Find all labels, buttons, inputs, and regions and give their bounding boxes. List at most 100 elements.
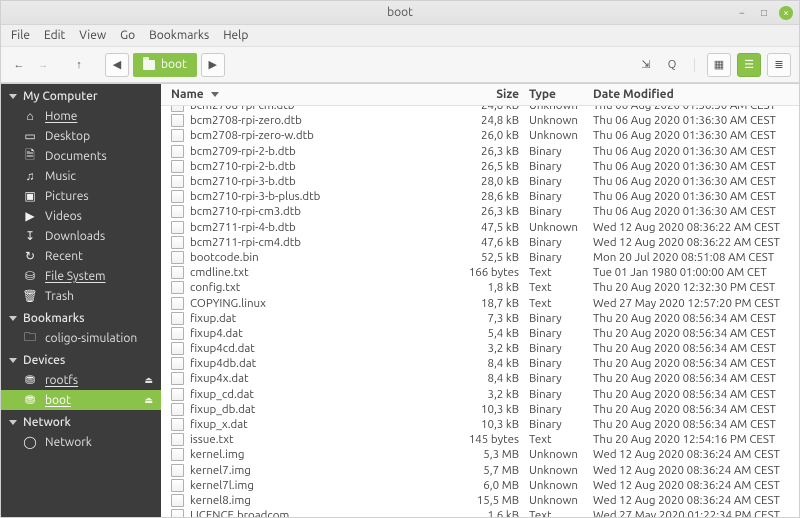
file-row[interactable]: bcm2709-rpi-2-b.dtb26,3 kBBinaryThu 06 A…	[161, 144, 799, 159]
file-row[interactable]: bootcode.bin52,5 kBBinaryMon 20 Jul 2020…	[161, 250, 799, 265]
file-row[interactable]: bcm2708-rpi-cm.dtb24,8 kBUnknownThu 06 A…	[161, 106, 799, 113]
eject-icon[interactable]: ⏏	[144, 395, 153, 406]
file-row[interactable]: kernel8.img15,5 MBUnknownWed 12 Aug 2020…	[161, 493, 799, 508]
close-button[interactable]: ×	[779, 6, 793, 20]
file-row[interactable]: bcm2711-rpi-4-b.dtb47,5 kBUnknownWed 12 …	[161, 220, 799, 235]
sidebar-header[interactable]: Devices	[1, 348, 161, 370]
sidebar-header[interactable]: Network	[1, 410, 161, 432]
file-row[interactable]: bcm2711-rpi-cm4.dtb47,6 kBBinaryWed 12 A…	[161, 235, 799, 250]
sidebar-item-label: Network	[45, 436, 92, 449]
file-row[interactable]: bcm2710-rpi-cm3.dtb26,3 kBBinaryThu 06 A…	[161, 204, 799, 219]
file-row[interactable]: fixup.dat7,3 kBBinaryThu 20 Aug 2020 08:…	[161, 311, 799, 326]
path-breadcrumb[interactable]: boot	[133, 53, 197, 77]
sidebar-header[interactable]: My Computer	[1, 84, 161, 106]
file-row[interactable]: fixup_x.dat10,3 kBBinaryThu 20 Aug 2020 …	[161, 417, 799, 432]
icon-view-button[interactable]: ▦	[707, 53, 731, 77]
place-icon: 🗎	[23, 149, 37, 163]
toggle-location-button[interactable]: ⇲	[636, 53, 656, 77]
file-date: Thu 06 Aug 2020 01:36:30 AM CEST	[593, 174, 789, 189]
forward-button[interactable]: →	[33, 53, 53, 77]
menubar: File Edit View Go Bookmarks Help	[1, 25, 799, 47]
menu-help[interactable]: Help	[223, 29, 248, 42]
path-label: boot	[161, 58, 187, 71]
file-size: 8,4 kB	[465, 371, 529, 386]
file-type: Binary	[529, 326, 593, 341]
file-row[interactable]: fixup4db.dat8,4 kBBinaryThu 20 Aug 2020 …	[161, 356, 799, 371]
file-row[interactable]: issue.txt145 bytesTextThu 20 Aug 2020 12…	[161, 432, 799, 447]
file-row[interactable]: config.txt1,8 kBTextThu 20 Aug 2020 12:3…	[161, 280, 799, 295]
file-row[interactable]: fixup4x.dat8,4 kBBinaryThu 20 Aug 2020 0…	[161, 371, 799, 386]
menu-edit[interactable]: Edit	[44, 29, 65, 42]
sidebar-item-downloads[interactable]: ↧Downloads	[1, 226, 161, 246]
menu-bookmarks[interactable]: Bookmarks	[149, 29, 209, 42]
list-view-button[interactable]: ☰	[737, 53, 761, 77]
file-row[interactable]: fixup4.dat5,4 kBBinaryThu 20 Aug 2020 08…	[161, 326, 799, 341]
file-row[interactable]: kernel.img5,3 MBUnknownWed 12 Aug 2020 0…	[161, 447, 799, 462]
file-row[interactable]: cmdline.txt166 bytesTextTue 01 Jan 1980 …	[161, 265, 799, 280]
sidebar-item-rootfs[interactable]: ⛃rootfs⏏	[1, 370, 161, 390]
sidebar-item-coligo-simulation[interactable]: 🗀coligo-simulation	[1, 328, 161, 348]
file-icon	[171, 106, 184, 112]
sidebar-item-documents[interactable]: 🗎Documents	[1, 146, 161, 166]
file-row[interactable]: LICENCE.broadcom1,6 kBTextWed 27 May 202…	[161, 508, 799, 517]
menu-go[interactable]: Go	[120, 29, 135, 42]
file-list[interactable]: bcm2708-rpi-cm.dtb24,8 kBUnknownThu 06 A…	[161, 106, 799, 517]
sidebar-item-music[interactable]: ♫Music	[1, 166, 161, 186]
file-row[interactable]: bcm2708-rpi-zero.dtb24,8 kBUnknownThu 06…	[161, 113, 799, 128]
file-row[interactable]: bcm2710-rpi-3-b.dtb28,0 kBBinaryThu 06 A…	[161, 174, 799, 189]
file-date: Thu 06 Aug 2020 01:36:30 AM CEST	[593, 204, 789, 219]
up-button[interactable]: ↑	[69, 53, 89, 77]
sidebar-item-label: Downloads	[45, 230, 105, 243]
column-name[interactable]: Name	[171, 88, 465, 101]
column-date[interactable]: Date Modified	[593, 88, 789, 101]
place-icon: ♫	[23, 169, 37, 183]
minimize-button[interactable]: −	[735, 6, 749, 20]
sidebar-header[interactable]: Bookmarks	[1, 306, 161, 328]
file-date: Thu 20 Aug 2020 12:54:16 PM CEST	[593, 432, 789, 447]
column-size[interactable]: Size	[465, 88, 529, 101]
file-row[interactable]: COPYING.linux18,7 kBTextWed 27 May 2020 …	[161, 295, 799, 310]
sidebar-item-network[interactable]: ◯Network	[1, 432, 161, 452]
file-date: Wed 12 Aug 2020 08:36:24 AM CEST	[593, 463, 789, 478]
file-row[interactable]: fixup4cd.dat3,2 kBBinaryThu 20 Aug 2020 …	[161, 341, 799, 356]
file-size: 10,3 kB	[465, 417, 529, 432]
file-date: Thu 20 Aug 2020 08:56:34 AM CEST	[593, 417, 789, 432]
sidebar-item-trash[interactable]: 🗑Trash	[1, 286, 161, 306]
sidebar-item-boot[interactable]: ⛃boot⏏	[1, 390, 161, 410]
sidebar-item-videos[interactable]: ▶Videos	[1, 206, 161, 226]
search-button[interactable]: Q	[662, 53, 682, 77]
file-type: Text	[529, 265, 593, 280]
sidebar-item-home[interactable]: ⌂Home	[1, 106, 161, 126]
file-name: bcm2711-rpi-cm4.dtb	[190, 235, 301, 250]
file-row[interactable]: kernel7l.img6,0 MBUnknownWed 12 Aug 2020…	[161, 478, 799, 493]
file-name: bcm2708-rpi-zero-w.dtb	[190, 128, 314, 143]
file-size: 18,7 kB	[465, 296, 529, 311]
separator	[694, 58, 695, 72]
file-row[interactable]: kernel7.img5,7 MBUnknownWed 12 Aug 2020 …	[161, 463, 799, 478]
file-row[interactable]: bcm2710-rpi-2-b.dtb26,5 kBBinaryThu 06 A…	[161, 159, 799, 174]
sidebar-item-file-system[interactable]: ⛁File System	[1, 266, 161, 286]
file-type: Text	[529, 432, 593, 447]
sidebar-item-desktop[interactable]: ▭Desktop	[1, 126, 161, 146]
column-type[interactable]: Type	[529, 88, 593, 101]
path-prev-button[interactable]: ◀	[105, 53, 129, 77]
sidebar-item-label: Pictures	[45, 190, 89, 203]
file-size: 145 bytes	[465, 432, 529, 447]
file-row[interactable]: fixup_cd.dat3,2 kBBinaryThu 20 Aug 2020 …	[161, 387, 799, 402]
compact-view-button[interactable]: ≣	[767, 53, 791, 77]
menu-file[interactable]: File	[11, 29, 30, 42]
back-button[interactable]: ←	[9, 53, 29, 77]
file-icon	[171, 418, 184, 431]
menu-view[interactable]: View	[79, 29, 106, 42]
sidebar-item-pictures[interactable]: ▣Pictures	[1, 186, 161, 206]
maximize-button[interactable]: □	[757, 6, 771, 20]
path-next-button[interactable]: ▶	[201, 53, 225, 77]
eject-icon[interactable]: ⏏	[144, 375, 153, 386]
file-row[interactable]: bcm2710-rpi-3-b-plus.dtb28,6 kBBinaryThu…	[161, 189, 799, 204]
chevron-down-icon	[9, 94, 17, 99]
file-row[interactable]: fixup_db.dat10,3 kBBinaryThu 20 Aug 2020…	[161, 402, 799, 417]
file-row[interactable]: bcm2708-rpi-zero-w.dtb26,0 kBUnknownThu …	[161, 128, 799, 143]
file-icon	[171, 403, 184, 416]
sidebar-item-recent[interactable]: ↻Recent	[1, 246, 161, 266]
file-icon	[171, 266, 184, 279]
